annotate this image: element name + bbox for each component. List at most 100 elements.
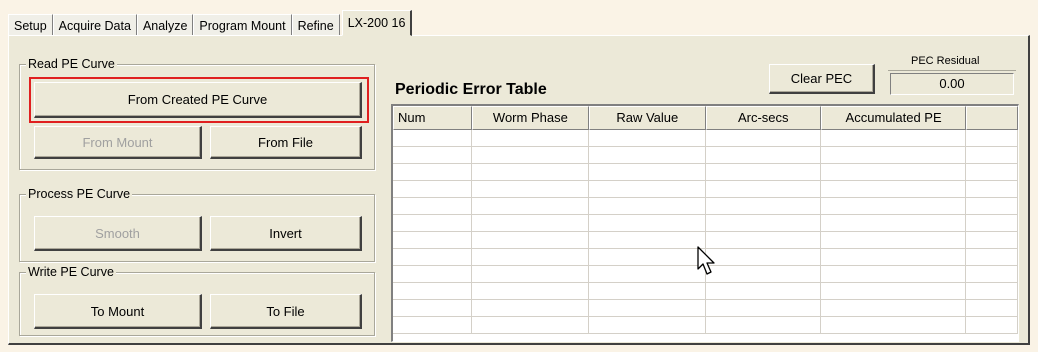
table-cell[interactable] [820, 147, 967, 164]
table-cell[interactable] [966, 147, 1018, 164]
table-cell[interactable] [589, 198, 706, 215]
table-cell[interactable] [471, 198, 590, 215]
clear-pec-button[interactable]: Clear PEC [769, 64, 875, 94]
table-cell[interactable] [393, 300, 472, 317]
table-cell[interactable] [705, 181, 821, 198]
to-file-button[interactable]: To File [210, 294, 362, 329]
table-row[interactable] [393, 317, 1018, 334]
column-header-arc-secs[interactable]: Arc-secs [705, 106, 821, 130]
table-cell[interactable] [705, 283, 821, 300]
table-cell[interactable] [471, 147, 590, 164]
tab-refine[interactable]: Refine [291, 14, 340, 36]
table-cell[interactable] [820, 130, 967, 147]
table-cell[interactable] [589, 300, 706, 317]
table-cell[interactable] [589, 317, 706, 334]
periodic-error-table[interactable]: Num Worm Phase Raw Value Arc-secs Accumu… [391, 104, 1019, 342]
table-cell[interactable] [589, 181, 706, 198]
tab-acquire-data[interactable]: Acquire Data [52, 14, 137, 36]
table-cell[interactable] [820, 232, 967, 249]
table-cell[interactable] [471, 283, 590, 300]
table-cell[interactable] [393, 164, 472, 181]
table-cell[interactable] [471, 164, 590, 181]
table-cell[interactable] [393, 130, 472, 147]
table-cell[interactable] [820, 249, 967, 266]
table-cell[interactable] [471, 266, 590, 283]
table-cell[interactable] [820, 181, 967, 198]
table-cell[interactable] [393, 283, 472, 300]
table-cell[interactable] [393, 249, 472, 266]
table-row[interactable] [393, 181, 1018, 198]
from-mount-button[interactable]: From Mount [34, 126, 202, 159]
table-cell[interactable] [393, 215, 472, 232]
invert-button[interactable]: Invert [210, 216, 362, 251]
table-cell[interactable] [589, 164, 706, 181]
table-cell[interactable] [966, 164, 1018, 181]
from-created-pe-curve-button[interactable]: From Created PE Curve [34, 82, 362, 118]
column-header-accumulated-pe[interactable]: Accumulated PE [820, 106, 967, 130]
table-cell[interactable] [705, 215, 821, 232]
smooth-button[interactable]: Smooth [34, 216, 202, 251]
table-cell[interactable] [471, 181, 590, 198]
column-header-num[interactable]: Num [393, 106, 472, 130]
table-cell[interactable] [471, 249, 590, 266]
table-cell[interactable] [966, 283, 1018, 300]
table-cell[interactable] [393, 266, 472, 283]
table-cell[interactable] [393, 232, 472, 249]
table-cell[interactable] [820, 300, 967, 317]
table-cell[interactable] [589, 249, 706, 266]
table-cell[interactable] [589, 266, 706, 283]
table-row[interactable] [393, 198, 1018, 215]
to-mount-button[interactable]: To Mount [34, 294, 202, 329]
table-cell[interactable] [589, 215, 706, 232]
table-cell[interactable] [705, 232, 821, 249]
table-cell[interactable] [471, 300, 590, 317]
tab-program-mount[interactable]: Program Mount [193, 14, 292, 36]
table-cell[interactable] [471, 130, 590, 147]
table-cell[interactable] [589, 130, 706, 147]
table-cell[interactable] [966, 130, 1018, 147]
table-cell[interactable] [589, 147, 706, 164]
table-cell[interactable] [589, 232, 706, 249]
table-cell[interactable] [966, 300, 1018, 317]
table-cell[interactable] [820, 317, 967, 334]
table-cell[interactable] [471, 232, 590, 249]
table-cell[interactable] [705, 164, 821, 181]
table-cell[interactable] [705, 317, 821, 334]
table-cell[interactable] [589, 283, 706, 300]
tab-lx-200-16[interactable]: LX-200 16 [341, 10, 413, 36]
table-cell[interactable] [820, 164, 967, 181]
table-cell[interactable] [966, 181, 1018, 198]
table-row[interactable] [393, 164, 1018, 181]
table-cell[interactable] [820, 283, 967, 300]
table-cell[interactable] [393, 147, 472, 164]
table-cell[interactable] [966, 317, 1018, 334]
table-cell[interactable] [705, 147, 821, 164]
table-cell[interactable] [705, 300, 821, 317]
from-file-button[interactable]: From File [210, 126, 362, 159]
table-row[interactable] [393, 147, 1018, 164]
table-cell[interactable] [705, 198, 821, 215]
table-cell[interactable] [705, 130, 821, 147]
column-header-worm-phase[interactable]: Worm Phase [471, 106, 590, 130]
table-cell[interactable] [966, 215, 1018, 232]
table-cell[interactable] [966, 232, 1018, 249]
table-cell[interactable] [820, 215, 967, 232]
column-header-raw-value[interactable]: Raw Value [589, 106, 706, 130]
table-cell[interactable] [820, 198, 967, 215]
tab-setup[interactable]: Setup [8, 14, 53, 36]
table-row[interactable] [393, 300, 1018, 317]
table-row[interactable] [393, 130, 1018, 147]
tab-analyze[interactable]: Analyze [136, 14, 194, 36]
table-row[interactable] [393, 283, 1018, 300]
table-row[interactable] [393, 215, 1018, 232]
table-cell[interactable] [393, 198, 472, 215]
table-cell[interactable] [966, 266, 1018, 283]
table-cell[interactable] [705, 249, 821, 266]
table-cell[interactable] [966, 198, 1018, 215]
table-cell[interactable] [705, 266, 821, 283]
table-cell[interactable] [820, 266, 967, 283]
table-cell[interactable] [393, 317, 472, 334]
table-cell[interactable] [966, 249, 1018, 266]
column-header-extra[interactable] [966, 106, 1018, 130]
table-cell[interactable] [393, 181, 472, 198]
